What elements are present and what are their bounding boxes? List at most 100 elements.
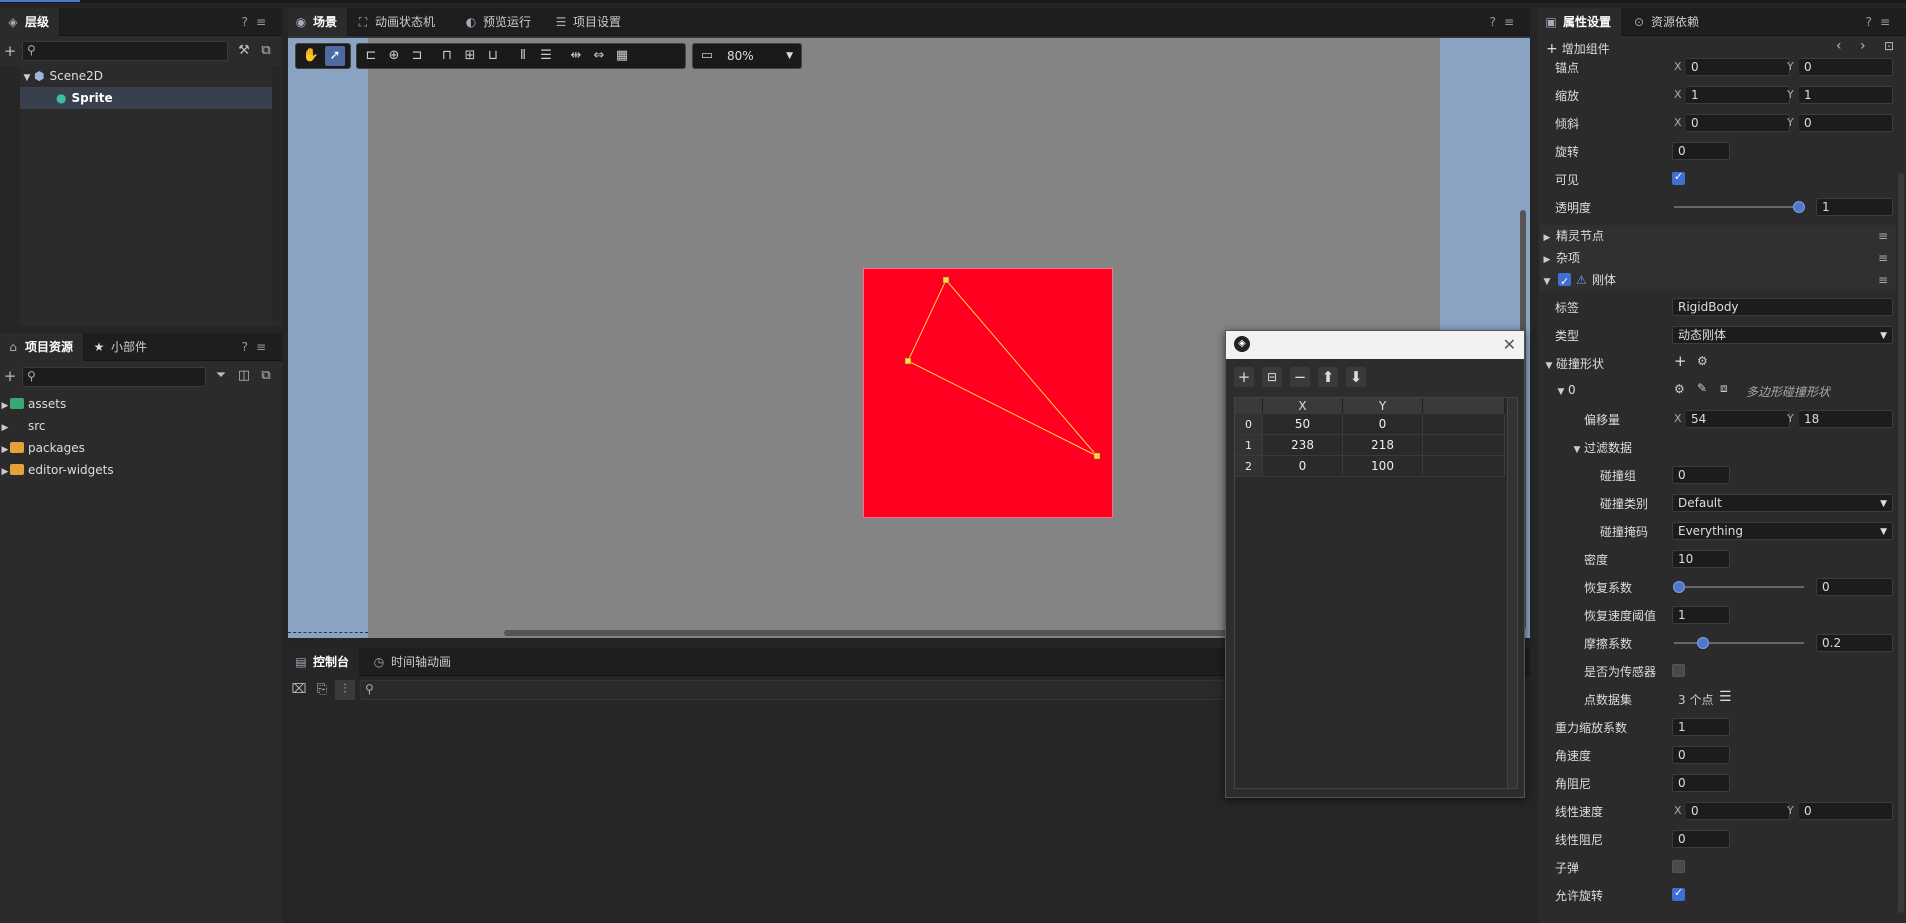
expand-arrow-icon[interactable]: ▶ [0,461,10,483]
tab-console[interactable]: ▤ 控制台 [288,648,360,676]
align-bottom-icon[interactable]: ⊔ [483,46,503,66]
distribute-h-icon[interactable]: ⫴ [513,46,533,66]
close-icon[interactable]: ✕ [1503,335,1516,354]
menu-icon[interactable]: ≡ [1880,15,1898,29]
tab-resource-dependencies[interactable]: ⊙ 资源依赖 [1626,8,1709,36]
angular-damping-input[interactable]: 0 [1672,774,1730,792]
add-node-button[interactable]: + [0,41,20,61]
insert-point-button[interactable]: ⊟ [1262,367,1282,387]
section-rigidbody[interactable]: ▼ ⚠ 刚体 ≡ [1540,269,1896,293]
asset-folder-packages[interactable]: ▶ packages [0,437,270,459]
menu-icon[interactable]: ≡ [1878,225,1888,247]
screen-adapt-icon[interactable]: ▭ [697,46,717,66]
select-tool-icon[interactable]: ➚ [325,46,345,66]
inspector-scrollbar[interactable] [1898,173,1904,913]
section-sprite-node[interactable]: ▶ 精灵节点 ≡ [1540,225,1896,247]
align-center-h-icon[interactable]: ⊕ [384,46,404,66]
visible-checkbox[interactable] [1672,170,1685,185]
shape-gear-icon[interactable]: ⚙ [1674,382,1685,396]
polygon-collider-shape[interactable] [863,268,1113,518]
cell-y[interactable]: 218 [1343,435,1423,456]
help-icon[interactable]: ? [242,340,256,354]
offset-y-input[interactable]: 18 [1799,410,1893,428]
cell-x[interactable]: 50 [1263,414,1343,435]
hand-tool-icon[interactable]: ✋ [301,46,321,66]
same-height-icon[interactable]: ⇔ [589,46,609,66]
cell-y[interactable]: 0 [1343,414,1423,435]
anchor-y-input[interactable]: 0 [1799,58,1893,76]
rigidbody-enabled-checkbox[interactable] [1558,271,1571,293]
asset-folder-editor-widgets[interactable]: ▶ editor-widgets [0,459,270,481]
shape-settings-icon[interactable]: ⚙ [1697,354,1708,368]
collision-group-input[interactable]: 0 [1672,466,1730,484]
tab-animation-state-machine[interactable]: ⛶ 动画状态机 [350,8,445,36]
alpha-slider-knob[interactable] [1793,201,1805,213]
skew-y-input[interactable]: 0 [1799,114,1893,132]
move-down-button[interactable]: ⬇ [1346,367,1366,387]
filter-tool-icon[interactable]: ⚒ [234,41,254,61]
menu-icon[interactable]: ≡ [1878,247,1888,269]
clear-console-icon[interactable]: ⌧ [289,680,309,700]
grid-scrollbar[interactable] [1507,398,1517,788]
help-icon[interactable]: ? [242,15,256,29]
menu-icon[interactable]: ≡ [256,340,274,354]
menu-icon[interactable]: ≡ [1504,15,1522,29]
linear-velocity-x-input[interactable]: 0 [1686,802,1790,820]
body-type-select[interactable]: 动态刚体 [1672,326,1893,344]
asset-folder-assets[interactable]: ▶ assets [0,393,270,415]
restitution-slider-track[interactable] [1674,586,1804,588]
tab-timeline-animation[interactable]: ◷ 时间轴动画 [366,648,461,676]
zoom-select[interactable]: 80% ▼ [723,47,797,65]
dialog-titlebar[interactable]: ◈ ✕ [1226,331,1524,359]
collapse-arrow-icon[interactable]: ▼ [1554,387,1568,397]
scale-y-input[interactable]: 1 [1799,86,1893,104]
distribute-v-icon[interactable]: ☰ [536,46,556,66]
collapse-arrow-icon[interactable]: ▼ [1570,445,1584,455]
linear-velocity-y-input[interactable]: 0 [1799,802,1893,820]
collapse-arrow-icon[interactable]: ▼ [1542,361,1556,371]
shape-fit-icon[interactable]: ⧈ [1720,381,1728,396]
bullet-checkbox[interactable] [1672,860,1685,873]
tab-project-settings[interactable]: ☰ 项目设置 [548,8,631,36]
gravity-scale-input[interactable]: 1 [1672,718,1730,736]
section-misc[interactable]: ▶ 杂项 ≡ [1540,247,1896,269]
tree-node-sprite[interactable]: ● Sprite [20,87,272,109]
copy-icon[interactable]: ⎘ [312,680,332,700]
tab-hierarchy[interactable]: ◈ 层级 [0,8,60,36]
hierarchy-search-input[interactable]: ⚲ [22,41,228,61]
vertex-handle-2[interactable] [904,357,912,365]
collision-category-select[interactable]: Default [1672,494,1893,512]
align-top-icon[interactable]: ⊓ [437,46,457,66]
density-input[interactable]: 10 [1672,550,1730,568]
menu-icon[interactable]: ≡ [1878,269,1888,291]
sensor-checkbox[interactable] [1672,664,1685,677]
tab-scene[interactable]: ◉ 场景 [288,8,348,36]
restitution-input[interactable]: 0 [1816,578,1893,596]
collapse-icon[interactable]: ⧉ [256,41,276,61]
allow-rotation-checkbox[interactable] [1672,886,1685,901]
cell-y[interactable]: 100 [1343,456,1423,477]
asset-folder-src[interactable]: ▶ src [0,415,270,437]
split-view-icon[interactable]: ◫ [234,366,254,386]
anchor-x-input[interactable]: 0 [1686,58,1790,76]
restitution-slider-knob[interactable] [1673,581,1685,593]
tab-project-assets[interactable]: ⌂ 项目资源 [0,333,84,361]
points-list-icon[interactable]: ☰ [1719,689,1732,705]
menu-icon[interactable]: ≡ [256,15,274,29]
horizontal-scrollbar-thumb[interactable] [504,630,1264,636]
vertex-handle-1[interactable] [1093,452,1101,460]
nav-forward-icon[interactable]: › [1860,38,1866,54]
cell-x[interactable]: 238 [1263,435,1343,456]
remove-point-button[interactable]: − [1290,367,1310,387]
expand-arrow-icon[interactable]: ▶ [0,395,10,417]
align-middle-v-icon[interactable]: ⊞ [460,46,480,66]
help-icon[interactable]: ? [1866,15,1880,29]
add-asset-button[interactable]: + [0,366,20,386]
edit-shape-icon[interactable]: ✎ [1697,381,1707,395]
scale-x-input[interactable]: 1 [1686,86,1790,104]
friction-slider-track[interactable] [1674,642,1804,644]
same-width-icon[interactable]: ⇹ [566,46,586,66]
expand-arrow-icon[interactable]: ▼ [20,67,34,89]
tree-node-scene2d[interactable]: ▼ ⬢ Scene2D [20,65,272,87]
cell-x[interactable]: 0 [1263,456,1343,477]
